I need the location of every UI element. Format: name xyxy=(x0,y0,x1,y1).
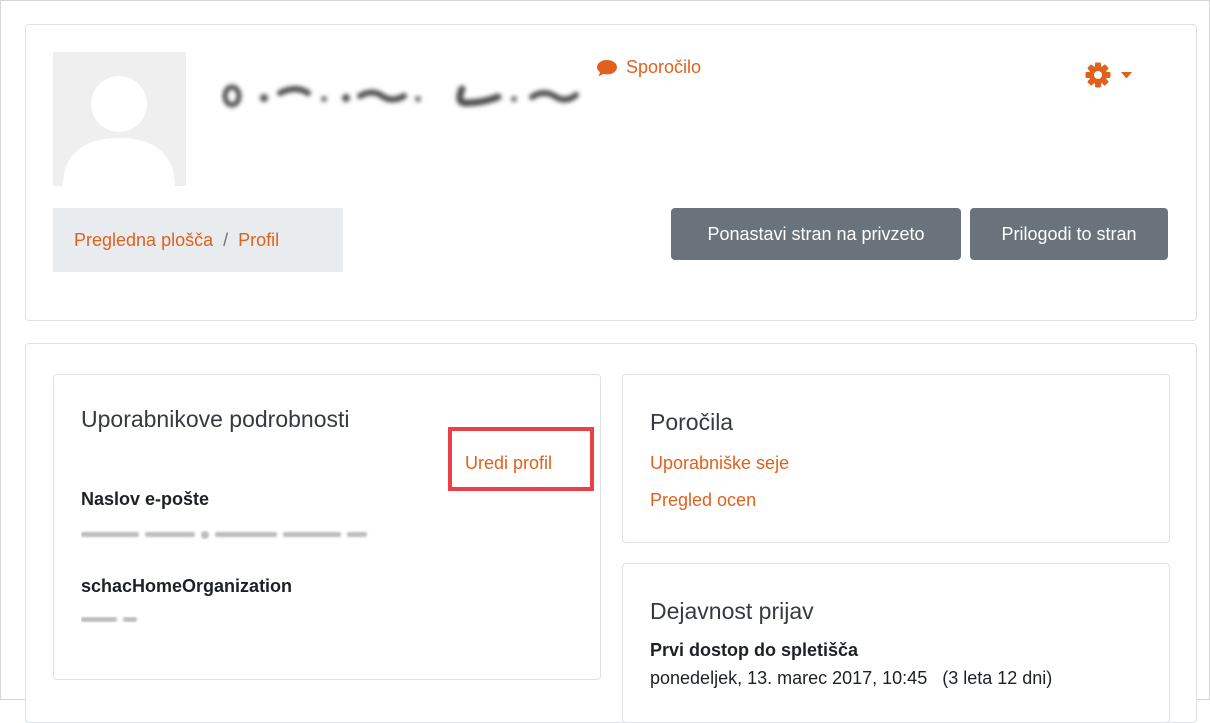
breadcrumb: Pregledna plošča / Profil xyxy=(53,208,343,272)
schac-home-organization-value-redacted xyxy=(81,617,137,622)
grades-overview-link[interactable]: Pregled ocen xyxy=(650,490,756,511)
user-details-title: Uporabnikove podrobnosti xyxy=(81,406,350,432)
reports-section: Poročila Uporabniške seje Pregled ocen xyxy=(622,374,1170,543)
first-access-date: ponedeljek, 13. marec 2017, 10:45 xyxy=(650,668,928,688)
email-field-label: Naslov e-pošte xyxy=(81,489,210,509)
first-access-label: Prvi dostop do spletišča xyxy=(650,640,859,660)
default-user-avatar-icon xyxy=(53,52,186,186)
reset-page-to-default-button[interactable]: Ponastavi stran na privzeto xyxy=(671,208,961,260)
first-access-ago: (3 leta 12 dni) xyxy=(942,668,1053,688)
user-fullname-redacted xyxy=(222,84,579,108)
login-activity-title: Dejavnost prijav xyxy=(650,598,814,624)
gear-icon xyxy=(1085,62,1111,88)
speech-bubble-icon xyxy=(596,59,618,77)
breadcrumb-profile-link[interactable]: Profil xyxy=(238,230,279,251)
user-avatar[interactable] xyxy=(53,52,186,186)
profile-header-card: Sporočilo Pregledna plošča / Profil Pona… xyxy=(25,24,1197,321)
breadcrumb-dashboard-link[interactable]: Pregledna plošča xyxy=(74,230,213,251)
user-details-section: Uporabnikove podrobnosti Uredi profil Na… xyxy=(53,374,601,680)
login-activity-section: Dejavnost prijav Prvi dostop do spletišč… xyxy=(622,563,1170,723)
send-message-label: Sporočilo xyxy=(626,57,702,77)
email-value-redacted xyxy=(81,531,367,539)
schac-home-organization-label: schacHomeOrganization xyxy=(81,576,293,596)
caret-down-icon xyxy=(1121,71,1132,78)
first-access-value: ponedeljek, 13. marec 2017, 10:45 (3 let… xyxy=(650,668,1052,689)
user-sessions-link[interactable]: Uporabniške seje xyxy=(650,453,789,474)
reports-title: Poročila xyxy=(650,409,734,435)
profile-content-card: Uporabnikove podrobnosti Uredi profil Na… xyxy=(25,343,1197,723)
breadcrumb-separator: / xyxy=(223,229,229,250)
customize-page-button[interactable]: Prilogodi to stran xyxy=(970,208,1168,260)
page-settings-menu[interactable] xyxy=(1084,61,1132,89)
edit-profile-link[interactable]: Uredi profil xyxy=(465,453,552,474)
send-message-link[interactable]: Sporočilo xyxy=(596,57,701,78)
